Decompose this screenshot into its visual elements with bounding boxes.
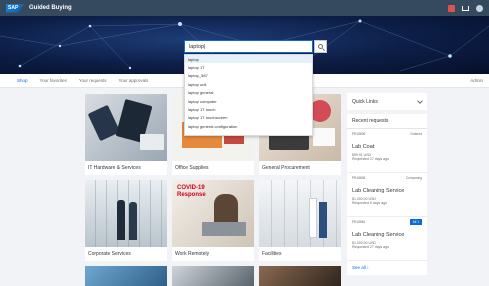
suggestion-item[interactable]: laptop general configuration xyxy=(185,122,312,130)
tile-label: Corporate Services xyxy=(88,251,131,257)
quick-links[interactable]: Quick Links xyxy=(347,93,427,110)
request-time: Requested 27 days ago xyxy=(352,245,389,249)
suggestion-item[interactable]: laptop xyxy=(185,55,312,64)
tile-label: IT Hardware & Services xyxy=(88,165,141,171)
search-input-value: laptop| xyxy=(189,43,206,50)
request-item[interactable]: PR18806 Ordered Lab Coat $59.91 USD Requ… xyxy=(347,129,427,173)
tile-image xyxy=(85,180,167,247)
suggestion-item[interactable]: laptop_587 xyxy=(185,72,312,80)
tile-row3-3[interactable] xyxy=(259,266,341,286)
request-item[interactable]: PR18881 All 1 Lab Cleaning Service $1,00… xyxy=(347,217,427,261)
tile-label: Office Supplies xyxy=(175,165,209,171)
tile-image xyxy=(85,266,167,286)
tile-it-hardware[interactable]: IT Hardware & Services xyxy=(85,94,167,175)
covid-overlay: COVID-19 Response xyxy=(177,185,206,198)
tile-image xyxy=(85,94,167,161)
notifications-icon[interactable] xyxy=(448,4,455,12)
tile-image xyxy=(172,266,254,286)
tile-label: General Procurement xyxy=(262,165,310,171)
tile-image xyxy=(259,266,341,286)
see-all-label: See all xyxy=(352,265,366,270)
chevron-down-icon xyxy=(417,97,423,104)
shell-bar: SAP Guided Buying xyxy=(0,0,489,16)
search-icon xyxy=(318,44,323,49)
request-action-button[interactable]: All 1 xyxy=(409,219,422,225)
request-name[interactable]: Lab Cleaning Service xyxy=(352,188,422,194)
quick-links-label: Quick Links xyxy=(352,98,378,105)
request-time: Requested 5 days ago xyxy=(352,201,388,205)
request-status: Composing xyxy=(405,176,422,180)
request-time: Requested 27 days ago xyxy=(352,157,389,161)
suggestion-item[interactable]: laptop 1T touchscreen xyxy=(185,114,312,122)
tab-requests[interactable]: Your requests xyxy=(79,78,107,83)
user-avatar[interactable] xyxy=(476,4,483,12)
request-status: Ordered xyxy=(410,132,422,136)
tile-facilities[interactable]: Facilities xyxy=(259,180,341,261)
sap-logo[interactable]: SAP xyxy=(6,3,24,13)
tile-row3-1[interactable] xyxy=(85,266,167,286)
chevron-right-icon: › xyxy=(367,265,369,270)
suggestion-item[interactable]: laptop computer xyxy=(185,97,312,105)
request-item[interactable]: PR18808 Composing Lab Cleaning Service $… xyxy=(347,173,427,217)
see-all-link[interactable]: See all › xyxy=(347,261,427,274)
tab-favorites[interactable]: Your favorites xyxy=(40,78,67,83)
request-name[interactable]: Lab Cleaning Service xyxy=(352,232,422,238)
search-button[interactable] xyxy=(314,40,327,53)
suggestion-item[interactable]: laptop 1T touch xyxy=(185,105,312,113)
tile-row3-2[interactable] xyxy=(172,266,254,286)
recent-requests-title: Recent requests xyxy=(347,114,427,129)
tile-image xyxy=(259,180,341,247)
suggestion-item[interactable]: laptop unit xyxy=(185,80,312,88)
search-input[interactable]: laptop| xyxy=(184,40,313,53)
cart-icon[interactable] xyxy=(462,5,469,11)
app-title: Guided Buying xyxy=(29,5,72,11)
request-name[interactable]: Lab Coat xyxy=(352,144,422,150)
tile-image: COVID-19 Response xyxy=(172,180,254,247)
recent-requests-panel: Recent requests PR18806 Ordered Lab Coat… xyxy=(347,114,427,275)
shell-actions xyxy=(448,4,483,12)
tile-corporate-services[interactable]: Corporate Services xyxy=(85,180,167,261)
tile-work-remotely[interactable]: COVID-19 Response Work Remotely xyxy=(172,180,254,261)
suggestion-item[interactable]: laptop 1T xyxy=(185,63,312,71)
suggestion-item[interactable]: laptop general xyxy=(185,89,312,97)
tab-shop[interactable]: Shop xyxy=(17,78,28,83)
tab-admin[interactable]: Admin xyxy=(470,78,483,83)
tile-label: Work Remotely xyxy=(175,251,210,257)
search-suggestions: laptop laptop 1T laptop_587 laptop unit … xyxy=(184,54,313,136)
tile-label: Facilities xyxy=(262,251,282,257)
tab-approvals[interactable]: Your approvals xyxy=(118,78,148,83)
